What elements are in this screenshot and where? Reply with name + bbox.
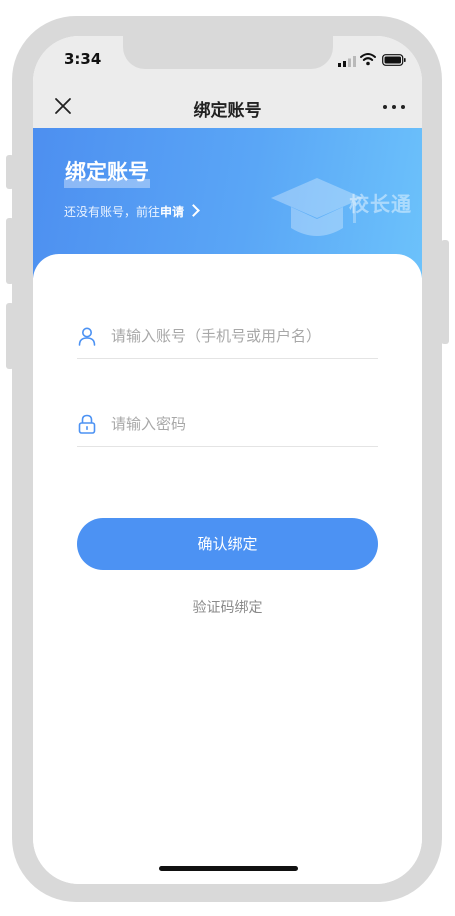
- phone-side-button-mute: [6, 155, 14, 189]
- banner-title: 绑定账号: [64, 156, 150, 188]
- battery-icon: [382, 54, 406, 66]
- chevron-right-icon[interactable]: [187, 204, 200, 217]
- account-field: [77, 314, 378, 359]
- phone-side-button-power: [441, 240, 449, 344]
- verification-code-bind-link[interactable]: 验证码绑定: [33, 597, 422, 617]
- brand-logo-text: 校长通: [349, 192, 412, 216]
- status-bar: 3:34: [33, 36, 422, 84]
- user-icon: [78, 327, 96, 346]
- home-indicator[interactable]: [159, 866, 298, 871]
- cellular-signal-icon: [338, 56, 356, 67]
- password-input[interactable]: [111, 412, 371, 436]
- wifi-icon: [360, 53, 376, 66]
- subtitle-text: 还没有账号，前往: [64, 205, 161, 219]
- navigation-bar: 绑定账号: [33, 84, 422, 128]
- banner-subtitle: 还没有账号，前往申请: [64, 203, 200, 220]
- phone-side-button-volume-up: [6, 218, 14, 284]
- status-time: 3:34: [64, 50, 102, 68]
- phone-screen: 3:34 绑定账号 绑定账号 还没有账号，前往申请 校长通 请输入账号（手机号或…: [33, 36, 422, 884]
- notch: [123, 36, 333, 69]
- apply-link[interactable]: 申请: [160, 205, 184, 219]
- lock-icon: [78, 414, 96, 434]
- page-title: 绑定账号: [193, 101, 262, 121]
- password-field: [77, 402, 378, 447]
- account-input[interactable]: [111, 324, 371, 348]
- form-card: 确认绑定 验证码绑定: [33, 254, 422, 884]
- more-options-icon[interactable]: [379, 94, 409, 118]
- confirm-bind-button[interactable]: 确认绑定: [77, 518, 378, 570]
- phone-side-button-volume-down: [6, 303, 14, 369]
